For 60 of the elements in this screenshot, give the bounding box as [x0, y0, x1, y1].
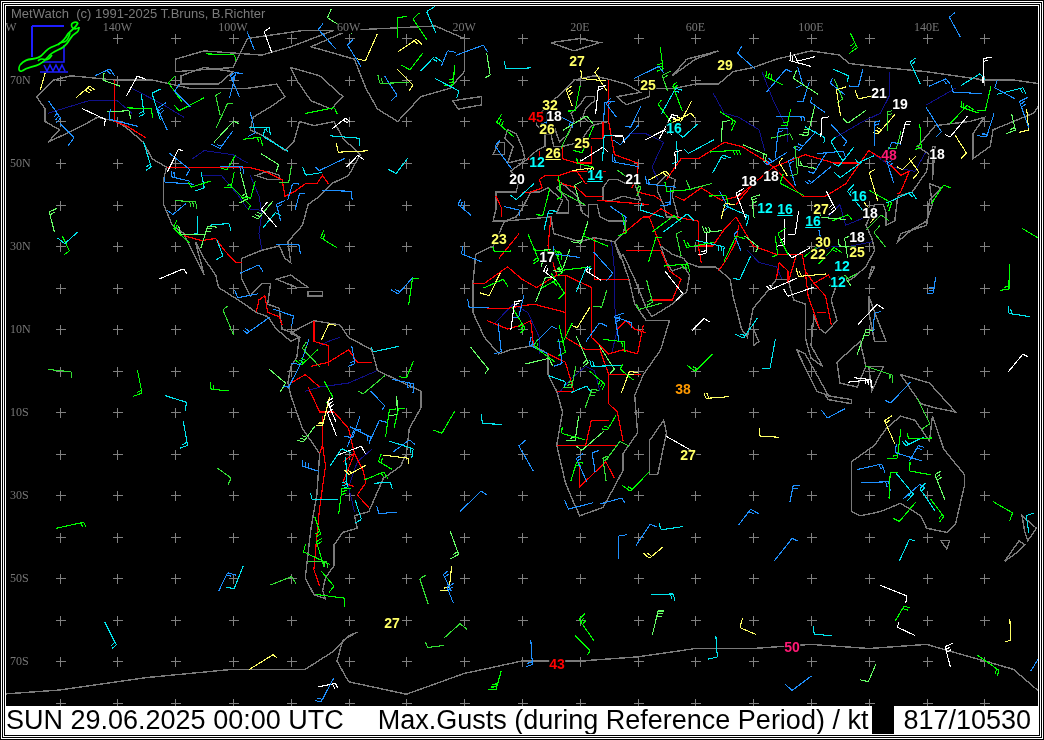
date-time-label: SUN 29.06.2025 00:00 UTC: [6, 706, 344, 734]
gust-value-label: 19: [892, 98, 908, 110]
gust-value-label: 26: [545, 148, 561, 162]
gust-value-label: 50: [784, 641, 800, 653]
count-label: 817/10530: [903, 706, 1032, 734]
gust-value-label: 16: [777, 204, 793, 218]
gust-value-label: 16: [805, 216, 821, 230]
gust-value-label: 23: [491, 233, 507, 245]
longitude-label: 20W: [452, 21, 476, 33]
latitude-label: 10S: [10, 406, 29, 418]
gust-value-label: 18: [862, 207, 878, 219]
gust-value-label: 29: [717, 59, 733, 71]
gust-value-label: 12: [834, 260, 850, 272]
gust-value-label: 27: [680, 449, 696, 461]
gust-value-label: 30: [815, 236, 831, 248]
gust-value-label: 38: [675, 383, 691, 395]
longitude-label: 140E: [913, 21, 940, 33]
gust-value-label: 27: [569, 55, 585, 67]
gust-value-label: 17: [539, 251, 555, 263]
gust-value-label: 27: [813, 203, 829, 215]
latitude-label: 30S: [10, 489, 29, 501]
app-title: MetWatch (c) 1991-2025 T.Bruns, B.Richter: [11, 7, 266, 21]
gust-value-label: 16: [851, 190, 867, 202]
gust-value-label: 18: [741, 175, 757, 187]
gust-value-label: 16: [666, 122, 682, 134]
gust-value-label: 25: [849, 246, 865, 258]
gust-value-label: 21: [625, 173, 641, 185]
latitude-label: 70N: [10, 74, 31, 86]
longitude-label: 60W: [336, 21, 361, 33]
gust-value-label: 18: [546, 110, 562, 122]
gust-value-label: 25: [640, 79, 656, 91]
latitude-label: 50S: [10, 572, 29, 584]
gust-value-label: 43: [549, 658, 565, 670]
latitude-label: 50N: [10, 157, 31, 169]
longitude-label: 100E: [798, 21, 824, 33]
gust-value-label: 26: [539, 123, 555, 135]
gust-value-label: 20: [509, 173, 525, 185]
gust-value-label: 22: [810, 248, 826, 260]
longitude-label: 20E: [570, 21, 590, 33]
gust-value-label: 18: [763, 170, 779, 182]
gust-value-label: 27: [384, 617, 400, 629]
gust-value-label: 45: [528, 111, 544, 123]
gust-value-label: 21: [871, 87, 887, 99]
gust-value-label: 25: [574, 137, 590, 149]
gust-value-label: 18: [849, 231, 865, 243]
gust-value-label: 12: [757, 202, 773, 214]
gust-value-label: 14: [587, 170, 603, 184]
gust-value-label: 12: [529, 156, 545, 168]
latitude-label: 30N: [10, 240, 31, 252]
latitude-label: 70S: [10, 655, 29, 667]
parameter-label: Max.Gusts (during Reference Period) / kt: [377, 706, 869, 734]
gust-value-label: 18: [929, 148, 945, 160]
longitude-label: W: [6, 21, 17, 33]
latitude-label: 10N: [10, 323, 31, 335]
gust-value-label: 48: [881, 149, 897, 161]
longitude-label: 100W: [218, 21, 248, 33]
gust-value-label: 32: [542, 99, 558, 111]
longitude-label: 140W: [102, 21, 133, 33]
longitude-label: 60E: [685, 21, 706, 33]
gust-value-label: 12: [830, 276, 846, 288]
